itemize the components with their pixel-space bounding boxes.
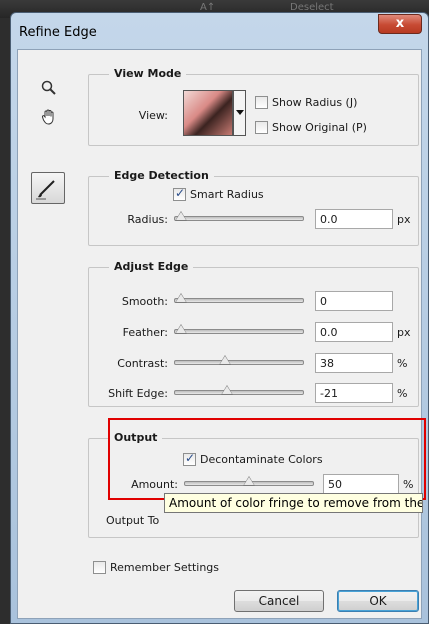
edge-detection-title: Edge Detection bbox=[109, 169, 214, 182]
show-radius-label[interactable]: Show Radius (J) bbox=[272, 96, 357, 109]
smart-radius-checkbox[interactable] bbox=[173, 186, 186, 201]
smooth-slider-thumb[interactable] bbox=[175, 293, 187, 303]
output-highlight-box bbox=[108, 418, 426, 500]
contrast-slider-thumb[interactable] bbox=[219, 355, 232, 365]
radius-slider[interactable] bbox=[174, 211, 304, 221]
shift-edge-slider[interactable] bbox=[174, 385, 304, 395]
contrast-field[interactable]: 38 bbox=[315, 353, 393, 373]
cancel-button[interactable]: Cancel bbox=[234, 590, 324, 612]
smooth-slider[interactable] bbox=[174, 293, 304, 303]
shift-edge-field[interactable]: -21 bbox=[315, 383, 393, 403]
feather-unit: px bbox=[397, 326, 411, 339]
feather-slider-thumb[interactable] bbox=[175, 324, 187, 334]
refine-edge-dialog: Refine Edge x View Mode View: Show Radiu… bbox=[10, 12, 429, 624]
refine-radius-brush-icon[interactable] bbox=[31, 172, 65, 204]
feather-slider[interactable] bbox=[174, 324, 304, 334]
view-mode-title: View Mode bbox=[109, 67, 187, 80]
view-thumbnail[interactable] bbox=[183, 90, 233, 136]
smart-radius-label[interactable]: Smart Radius bbox=[190, 188, 264, 201]
view-dropdown-arrow[interactable] bbox=[233, 90, 246, 136]
zoom-icon[interactable] bbox=[38, 80, 60, 102]
feather-label: Feather: bbox=[122, 326, 168, 339]
shift-edge-unit: % bbox=[397, 387, 408, 400]
radius-label: Radius: bbox=[127, 213, 168, 226]
feather-field[interactable]: 0.0 bbox=[315, 322, 393, 342]
shift-edge-slider-thumb[interactable] bbox=[220, 385, 233, 395]
show-radius-checkbox[interactable] bbox=[255, 96, 268, 109]
show-original-checkbox[interactable] bbox=[255, 121, 268, 134]
smooth-field[interactable]: 0 bbox=[315, 291, 393, 311]
amount-tooltip: Amount of color fringe to remove from th… bbox=[164, 493, 423, 513]
contrast-unit: % bbox=[397, 357, 408, 370]
contrast-slider[interactable] bbox=[174, 355, 304, 365]
ok-button[interactable]: OK bbox=[337, 590, 419, 612]
close-button[interactable]: x bbox=[378, 14, 422, 34]
adjust-edge-title: Adjust Edge bbox=[109, 260, 194, 273]
dialog-title: Refine Edge bbox=[19, 25, 97, 40]
remember-settings-checkbox[interactable] bbox=[93, 561, 106, 574]
output-to-label: Output To bbox=[106, 514, 160, 527]
contrast-label: Contrast: bbox=[117, 357, 168, 370]
radius-field[interactable]: 0.0 bbox=[315, 209, 393, 229]
remember-settings-label[interactable]: Remember Settings bbox=[110, 561, 219, 574]
shift-edge-label: Shift Edge: bbox=[108, 387, 168, 400]
dialog-body: View Mode View: Show Radius (J) Show Ori… bbox=[17, 49, 426, 619]
radius-slider-thumb[interactable] bbox=[175, 211, 187, 221]
radius-unit: px bbox=[397, 213, 411, 226]
title-bar[interactable]: Refine Edge x bbox=[11, 13, 428, 49]
show-original-label[interactable]: Show Original (P) bbox=[272, 121, 367, 134]
view-label: View: bbox=[138, 109, 168, 122]
smooth-label: Smooth: bbox=[121, 295, 168, 308]
hand-icon[interactable] bbox=[38, 108, 60, 130]
